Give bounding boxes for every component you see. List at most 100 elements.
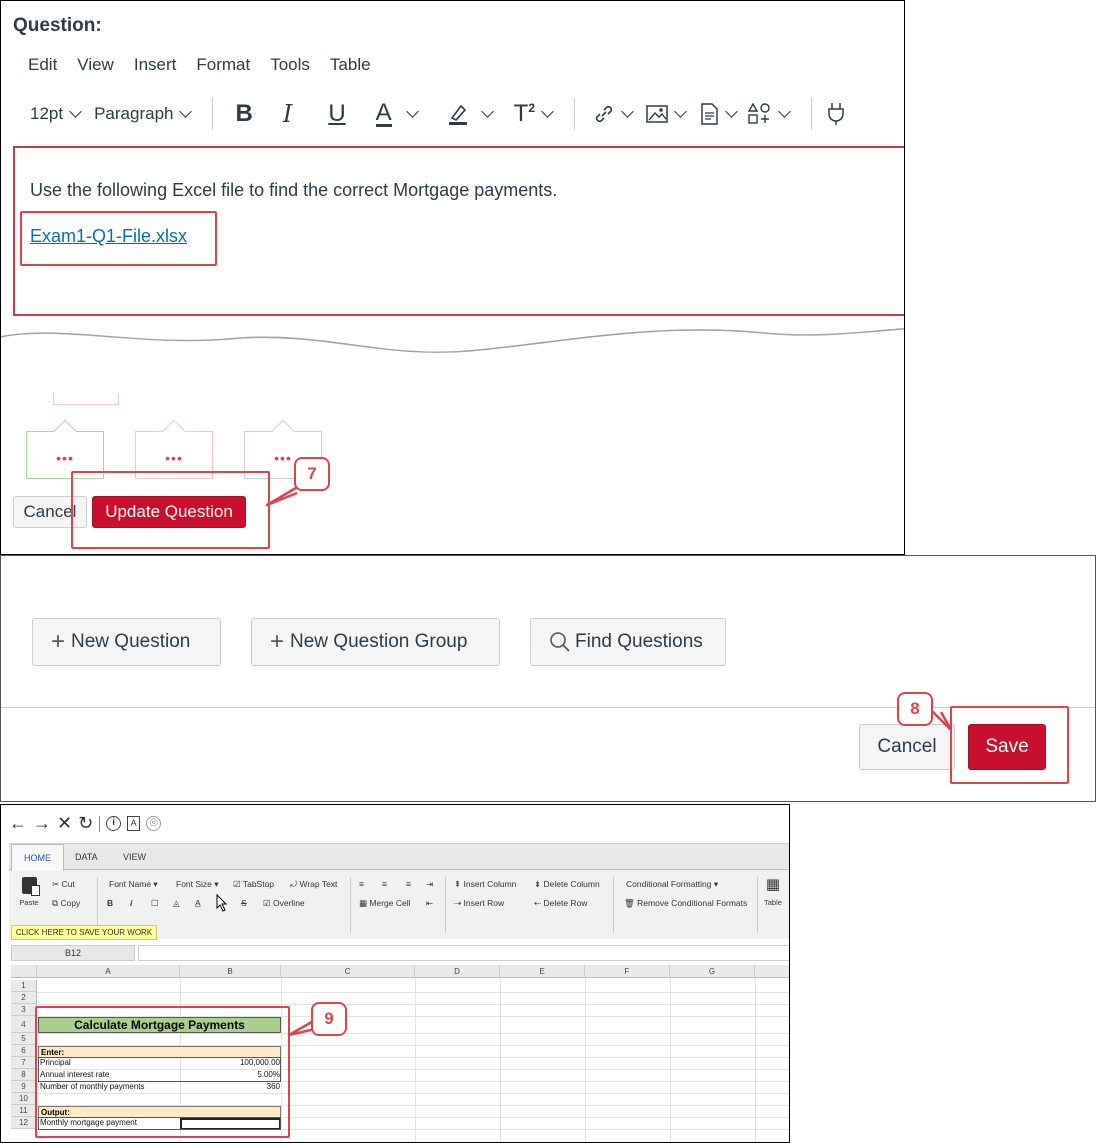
menu-view[interactable]: View [77, 55, 114, 75]
save-work-button[interactable]: CLICK HERE TO SAVE YOUR WORK [11, 925, 157, 940]
table-button[interactable]: ▦ Table [764, 877, 782, 907]
plus-icon: + [270, 628, 285, 655]
row-header-9[interactable]: 9 [11, 1081, 37, 1093]
apps-icon [748, 103, 770, 124]
row-header-7[interactable]: 7 [11, 1057, 37, 1069]
column-header-c[interactable]: C [281, 965, 415, 978]
row-header-2[interactable]: 2 [11, 992, 37, 1004]
plugin-icon[interactable] [826, 102, 846, 126]
insert-column-icon: ⇞ [454, 879, 462, 889]
grid-line [670, 978, 671, 1142]
clipboard-icon [21, 877, 40, 896]
document-button[interactable] [699, 103, 744, 125]
reader-icon[interactable]: A [127, 816, 141, 831]
superscript-button[interactable]: T2 [514, 100, 560, 128]
wrap-text-button[interactable]: ⤾ Wrap Text [290, 879, 337, 890]
column-header-a[interactable]: A [37, 965, 180, 978]
image-button[interactable] [646, 104, 693, 124]
block-format-select[interactable]: Paragraph [94, 104, 198, 124]
text-color-button[interactable]: A [375, 100, 425, 127]
link-button[interactable] [593, 103, 640, 125]
remove-conditional-button[interactable]: 🗑 Remove Conditional Formats [624, 898, 747, 909]
column-header-b[interactable]: B [180, 965, 281, 978]
row-header-3[interactable]: 3 [11, 1004, 37, 1016]
border-icon[interactable]: ☐ [151, 898, 159, 909]
formula-input[interactable] [138, 945, 789, 961]
italic-icon[interactable]: I [283, 100, 292, 128]
remove-conditional-label: Remove Conditional Formats [637, 898, 748, 908]
overline-checkbox[interactable]: ☑ Overline [263, 898, 305, 909]
row-header-12[interactable]: 12 [11, 1117, 37, 1129]
column-header-d[interactable]: D [415, 965, 500, 978]
fill-color-icon[interactable]: ◬ [173, 898, 180, 909]
indent-icon[interactable]: ⇥ [426, 879, 433, 890]
scissors-icon: ✂ [52, 879, 60, 889]
tabstop-checkbox[interactable]: ☑ TabStop [233, 879, 274, 890]
row-header-6[interactable]: 6 [11, 1045, 37, 1057]
table-icon: ▦ [765, 876, 781, 893]
italic-icon[interactable]: i [130, 898, 132, 908]
menu-format[interactable]: Format [196, 55, 250, 75]
insert-column-button[interactable]: ⇞ Insert Column [454, 879, 516, 890]
paste-label: Paste [19, 898, 39, 907]
menu-insert[interactable]: Insert [134, 55, 177, 75]
cut-button[interactable]: ✂ Cut [52, 879, 75, 890]
delete-row-button[interactable]: ⇠ Delete Row [534, 898, 587, 909]
apps-button[interactable] [748, 103, 797, 125]
tab-home[interactable]: HOME [11, 844, 64, 871]
insert-row-button[interactable]: ⇢ Insert Row [454, 898, 504, 909]
align-center-icon[interactable]: ≡ [382, 879, 387, 889]
row-header-5[interactable]: 5 [11, 1033, 37, 1045]
align-left-icon[interactable]: ≡ [359, 879, 364, 889]
merge-cell-button[interactable]: ▦ Merge Cell [359, 898, 411, 909]
bold-icon[interactable]: B [235, 100, 252, 128]
column-header-g[interactable]: G [670, 965, 755, 978]
name-box[interactable]: B12 [11, 945, 135, 961]
copy-icon: ⧉ [52, 898, 59, 908]
font-name-select[interactable]: Font Name ▾ [109, 879, 158, 890]
menu-tools[interactable]: Tools [270, 55, 310, 75]
row-header-11[interactable]: 11 [11, 1105, 37, 1117]
nav-divider [99, 815, 101, 832]
bold-icon[interactable]: B [107, 898, 113, 908]
menu-edit[interactable]: Edit [28, 55, 57, 75]
align-right-icon[interactable]: ≡ [406, 879, 411, 889]
row-header-1[interactable]: 1 [11, 980, 37, 992]
font-size-select[interactable]: 12pt [30, 104, 88, 124]
tab-view[interactable]: VIEW [111, 844, 158, 870]
outdent-icon[interactable]: ⇤ [426, 898, 433, 909]
underline-icon[interactable]: U [328, 100, 345, 128]
ribbon-divider [757, 877, 758, 933]
conditional-formatting-button[interactable]: Conditional Formatting ▾ [626, 879, 718, 890]
row-header-4[interactable]: 4 [11, 1016, 37, 1033]
chevron-down-icon [778, 105, 791, 118]
table-label: Table [764, 898, 782, 907]
row-header-10[interactable]: 10 [11, 1093, 37, 1105]
strikethrough-icon[interactable]: S [241, 898, 247, 908]
paste-button[interactable]: Paste [15, 877, 43, 907]
overline-label: Overline [273, 898, 305, 908]
grid-line [415, 978, 416, 1142]
forward-arrow-icon[interactable]: → [33, 813, 51, 834]
highlight-button[interactable] [447, 102, 500, 126]
menu-table[interactable]: Table [330, 55, 371, 75]
close-icon[interactable]: ✕ [57, 813, 72, 834]
row-header-8[interactable]: 8 [11, 1069, 37, 1081]
chevron-down-icon [480, 105, 494, 118]
copy-button[interactable]: ⧉ Copy [52, 898, 80, 909]
new-question-button[interactable]: + New Question [32, 618, 221, 666]
font-size-select[interactable]: Font Size ▾ [176, 879, 219, 890]
delete-column-button[interactable]: ⇟ Delete Column [534, 879, 600, 890]
back-arrow-icon[interactable]: ← [9, 813, 27, 834]
settings-icon[interactable]: ◎ [146, 816, 162, 831]
new-question-group-button[interactable]: + New Question Group [251, 618, 500, 666]
font-name-label: Font Name [109, 879, 152, 889]
refresh-icon[interactable]: ↻ [78, 813, 93, 834]
info-icon[interactable]: i [106, 816, 122, 831]
find-questions-button[interactable]: Find Questions [530, 618, 726, 666]
shape-notch [53, 419, 77, 443]
column-header-f[interactable]: F [585, 965, 670, 978]
font-color-icon[interactable]: A̲ [195, 898, 201, 908]
column-header-e[interactable]: E [500, 965, 585, 978]
tab-data[interactable]: DATA [63, 844, 110, 870]
